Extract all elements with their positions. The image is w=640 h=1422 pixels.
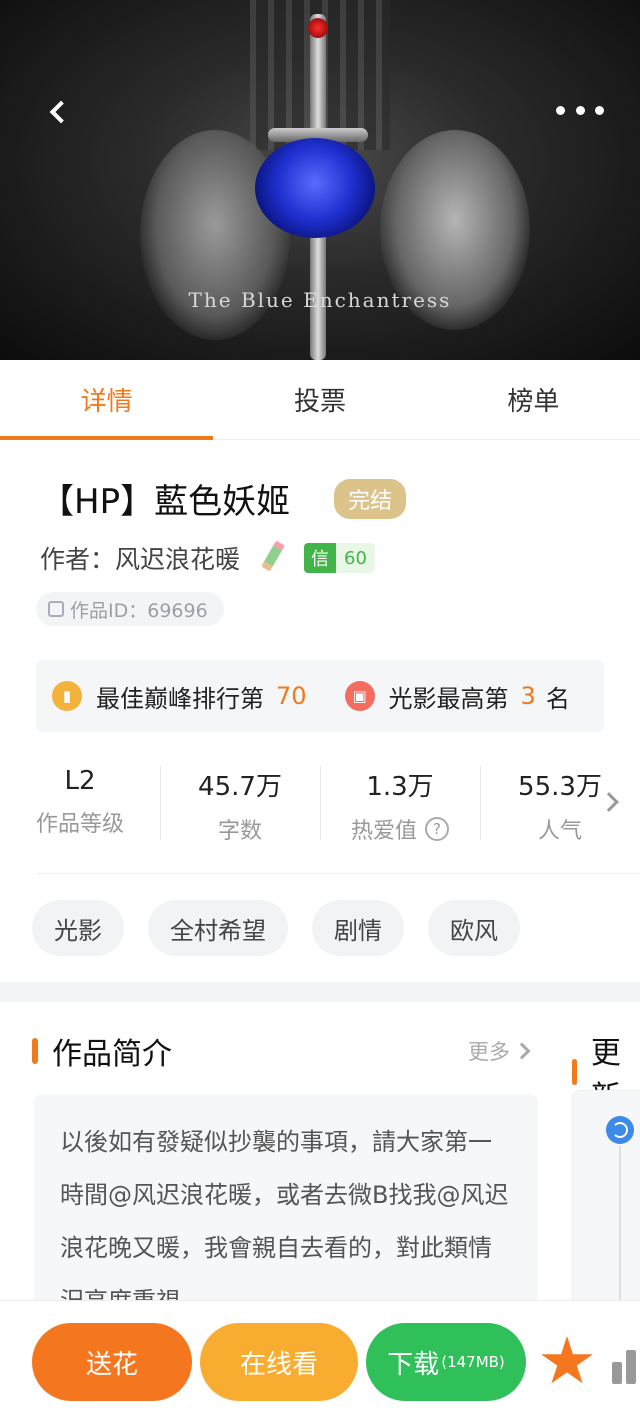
id-icon <box>48 601 64 617</box>
tab-details[interactable]: 详情 <box>0 360 214 440</box>
more-label: 更多 <box>468 1040 510 1064</box>
light-rank-label: 光影最高第 <box>388 684 509 713</box>
section-accent-bar <box>572 1059 577 1085</box>
tag-chip[interactable]: 欧风 <box>428 900 520 956</box>
light-rank-suffix: 名 <box>545 684 570 713</box>
tag-chip[interactable]: 全村希望 <box>148 900 288 956</box>
stat-word-count: 45.7万 字数 <box>160 760 320 846</box>
send-flower-button[interactable]: 送花 <box>32 1323 192 1401</box>
intro-header: 作品简介 更多 <box>32 1028 531 1074</box>
download-button[interactable]: 下载 (147MB) <box>366 1323 526 1401</box>
chevron-left-icon <box>49 100 73 124</box>
stat-label: 热爱值 <box>350 819 417 844</box>
read-online-button[interactable]: 在线看 <box>200 1323 358 1401</box>
intro-more-button[interactable]: 更多 <box>468 1036 531 1066</box>
tag-list: 光影 全村希望 剧情 欧风 <box>32 900 520 956</box>
stat-level: L2 作品等级 <box>0 760 160 846</box>
download-label: 下载 <box>387 1349 440 1380</box>
download-size: (147MB) <box>441 1353 505 1371</box>
cover-title: The Blue Enchantress <box>188 288 452 312</box>
stat-value: L2 <box>64 766 96 796</box>
book-title: 【HP】藍色妖姬 <box>40 482 291 522</box>
tab-vote[interactable]: 投票 <box>213 360 426 439</box>
divider <box>36 873 640 874</box>
cover-image: The Blue Enchantress <box>0 0 640 360</box>
more-dots-icon <box>556 105 565 115</box>
credit-value: 60 <box>336 543 375 573</box>
credit-icon: 信 <box>304 543 337 573</box>
tag-chip[interactable]: 剧情 <box>312 900 404 956</box>
credit-badge[interactable]: 信 60 <box>304 543 375 573</box>
stat-love: 1.3万 热爱值 ? <box>320 760 480 846</box>
work-id: 作品ID：69696 <box>70 599 208 622</box>
cover-blue-rose <box>255 138 375 238</box>
tag-chip[interactable]: 光影 <box>32 900 124 956</box>
intro-title: 作品简介 <box>52 1037 172 1072</box>
bottom-action-bar: 送花 在线看 下载 (147MB) <box>0 1300 640 1422</box>
title-row: 【HP】藍色妖姬 完结 <box>40 474 407 523</box>
ranking-box[interactable]: ▮ 最佳巅峰排行第 70 ▣ 光影最高第 3 名 <box>36 660 604 732</box>
author-row: 作者：风迟浪花暖 信 60 <box>40 540 375 576</box>
help-icon[interactable]: ? <box>425 817 449 841</box>
tab-bar: 详情 投票 榜单 <box>0 360 640 440</box>
cover-gem <box>308 18 328 38</box>
pencil-icon <box>260 541 286 575</box>
intro-text: 以後如有發疑似抄襲的事項，請大家第一時間@风迟浪花暖，或者去微B找我@风迟浪花晚… <box>60 1128 509 1315</box>
update-timeline <box>619 1146 621 1316</box>
peak-rank-label: 最佳巅峰排行第 <box>96 684 264 713</box>
stat-label: 作品等级 <box>35 812 124 837</box>
bar-chart-icon[interactable] <box>612 1340 640 1384</box>
stat-value: 45.7万 <box>198 772 282 802</box>
author-name[interactable]: 作者：风迟浪花暖 <box>40 540 240 576</box>
tab-ranking[interactable]: 榜单 <box>427 360 640 439</box>
stat-label-row: 热爱值 ? <box>320 813 480 845</box>
intro-card[interactable]: 以後如有發疑似抄襲的事項，請大家第一時間@风迟浪花暖，或者去微B找我@风迟浪花晚… <box>34 1094 538 1334</box>
more-options-button[interactable] <box>556 100 604 120</box>
stat-label: 字数 <box>217 819 262 844</box>
stat-value: 55.3万 <box>518 772 602 802</box>
light-rank-value: 3 <box>520 682 536 710</box>
peak-rank-value: 70 <box>276 682 307 710</box>
chevron-right-icon <box>513 1042 531 1060</box>
status-badge: 完结 <box>334 478 407 519</box>
stat-label: 人气 <box>537 819 582 844</box>
light-rank-icon: ▣ <box>344 681 375 711</box>
refresh-icon <box>606 1116 634 1144</box>
stat-value: 1.3万 <box>366 772 434 802</box>
section-separator <box>0 982 640 1002</box>
back-button[interactable] <box>40 94 76 130</box>
section-accent-bar <box>32 1038 38 1064</box>
stats-row[interactable]: L2 作品等级 45.7万 字数 1.3万 热爱值 ? 55.3万 人气 <box>0 760 640 846</box>
ranking-chart-icon: ▮ <box>52 681 82 711</box>
work-id-pill[interactable]: 作品ID：69696 <box>36 592 224 626</box>
